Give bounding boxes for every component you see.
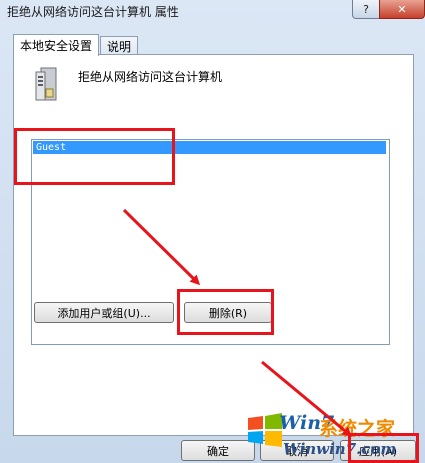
annotation-arrows xyxy=(122,208,353,437)
arrow-to-apply xyxy=(261,360,353,437)
arrow-to-remove xyxy=(122,208,201,286)
